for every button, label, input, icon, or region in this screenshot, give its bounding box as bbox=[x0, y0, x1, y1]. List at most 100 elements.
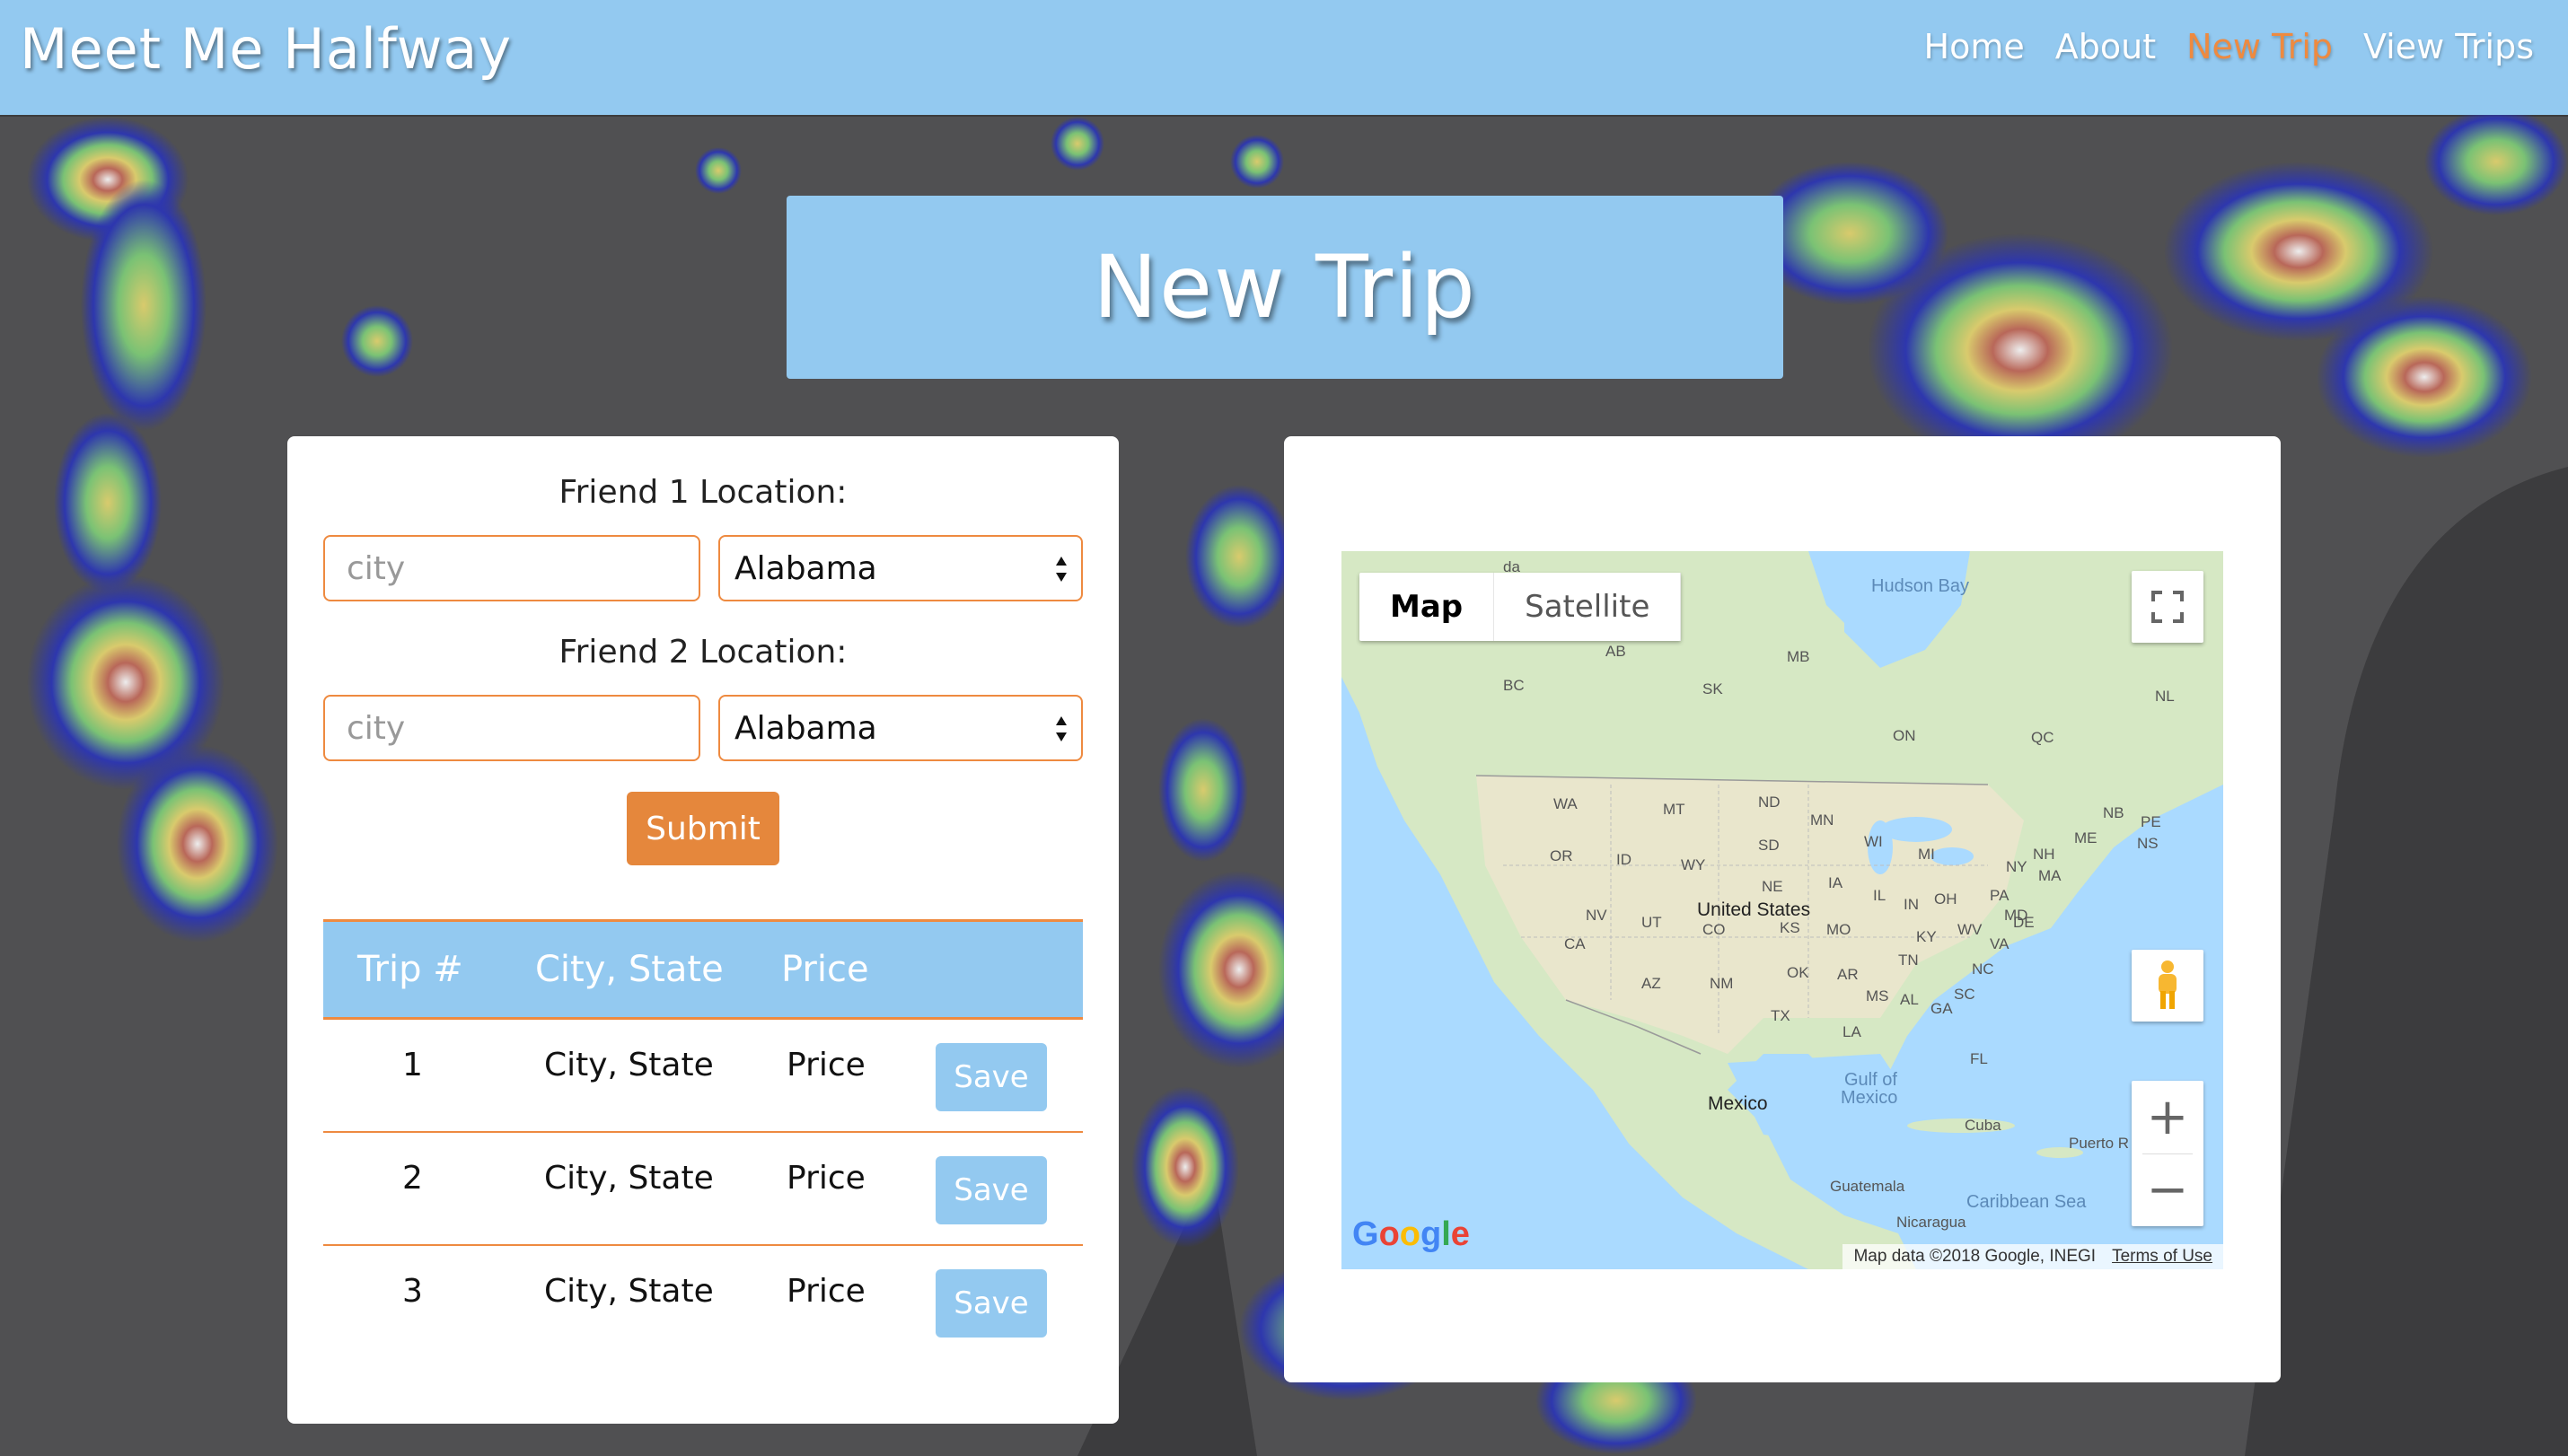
map-label: TX bbox=[1771, 1007, 1790, 1024]
header-city-state: City, State bbox=[535, 949, 724, 990]
trip-city-state: City, State bbox=[544, 1160, 714, 1197]
friend2-state-value: Alabama bbox=[734, 709, 877, 747]
map-label: CA bbox=[1564, 935, 1586, 952]
map-label: WY bbox=[1681, 856, 1706, 873]
map-label: Caribbean Sea bbox=[1966, 1192, 2087, 1212]
map-label: NH bbox=[2033, 846, 2055, 863]
trip-number: 3 bbox=[402, 1273, 423, 1310]
map-label: MT bbox=[1663, 801, 1685, 818]
friend1-state-select[interactable]: Alabama bbox=[718, 535, 1083, 601]
map-label: NV bbox=[1586, 907, 1607, 924]
map-label: AL bbox=[1900, 991, 1919, 1008]
trip-number: 1 bbox=[402, 1047, 423, 1083]
fullscreen-button[interactable] bbox=[2132, 571, 2203, 643]
google-map[interactable]: da Hudson Bay AB MB BC SK ON QC NL WA MT… bbox=[1341, 551, 2223, 1269]
trips-table: Trip # City, State Price 1 City, State P… bbox=[323, 919, 1083, 1359]
table-header: Trip # City, State Price bbox=[323, 919, 1083, 1020]
trip-price: Price bbox=[787, 1160, 866, 1197]
map-type-satellite-button[interactable]: Satellite bbox=[1494, 573, 1682, 641]
map-label: Nicaragua bbox=[1896, 1214, 1966, 1231]
map-label: Mexico bbox=[1841, 1088, 1898, 1108]
select-arrows-icon bbox=[1056, 557, 1067, 582]
map-label: MS bbox=[1866, 987, 1889, 1004]
map-label: TN bbox=[1898, 952, 1919, 969]
map-label: FL bbox=[1970, 1050, 1988, 1067]
map-label: MA bbox=[2038, 867, 2062, 884]
map-attribution: Map data ©2018 Google, INEGI Terms of Us… bbox=[1842, 1244, 2223, 1269]
zoom-control: + − bbox=[2132, 1081, 2203, 1226]
map-label: Guatemala bbox=[1830, 1178, 1905, 1195]
street-view-pegman-button[interactable] bbox=[2132, 950, 2203, 1022]
map-label: ND bbox=[1758, 794, 1781, 811]
pegman-icon bbox=[2159, 960, 2177, 1009]
select-arrows-icon bbox=[1056, 716, 1067, 741]
terms-of-use-link[interactable]: Terms of Use bbox=[2112, 1247, 2212, 1267]
map-label: NB bbox=[2103, 804, 2124, 821]
google-logo[interactable]: Google bbox=[1352, 1215, 1470, 1254]
map-label: IL bbox=[1873, 887, 1886, 904]
map-label: OK bbox=[1787, 964, 1809, 981]
friend1-city-input[interactable]: city bbox=[323, 535, 700, 601]
friend2-city-input[interactable]: city bbox=[323, 695, 700, 761]
map-label: NS bbox=[2137, 835, 2159, 852]
table-row: 1 City, State Price Save bbox=[323, 1020, 1083, 1133]
map-label: DE bbox=[2013, 914, 2035, 931]
map-label: IN bbox=[1904, 896, 1919, 913]
nav-new-trip[interactable]: New Trip bbox=[2186, 27, 2333, 66]
map-label: Mexico bbox=[1708, 1093, 1768, 1114]
map-label: NL bbox=[2155, 688, 2175, 705]
nav-about[interactable]: About bbox=[2055, 27, 2156, 66]
friend2-location-label: Friend 2 Location: bbox=[558, 634, 848, 671]
map-label: Hudson Bay bbox=[1871, 576, 1969, 596]
map-label: MO bbox=[1826, 921, 1851, 938]
nav-view-trips[interactable]: View Trips bbox=[2363, 27, 2534, 66]
table-row: 3 City, State Price Save bbox=[323, 1246, 1083, 1359]
save-button[interactable]: Save bbox=[936, 1043, 1047, 1111]
save-button[interactable]: Save bbox=[936, 1156, 1047, 1224]
brand-logo-text[interactable]: Meet Me Halfway bbox=[20, 16, 512, 82]
header-trip-number: Trip # bbox=[357, 949, 463, 990]
map-label: MI bbox=[1918, 846, 1935, 863]
table-row: 2 City, State Price Save bbox=[323, 1133, 1083, 1246]
nav-home[interactable]: Home bbox=[1924, 27, 2025, 66]
submit-button[interactable]: Submit bbox=[627, 792, 779, 865]
map-label: GA bbox=[1930, 1000, 1953, 1017]
map-label: WI bbox=[1864, 833, 1883, 850]
fullscreen-icon bbox=[2151, 591, 2184, 623]
map-label: WV bbox=[1957, 921, 1983, 938]
trip-number: 2 bbox=[402, 1160, 423, 1197]
map-label: LA bbox=[1842, 1023, 1861, 1040]
friend2-city-placeholder: city bbox=[347, 709, 406, 747]
map-label: CO bbox=[1702, 921, 1726, 938]
map-label: NY bbox=[2006, 858, 2027, 875]
map-label: QC bbox=[2031, 729, 2054, 746]
map-label: NE bbox=[1762, 878, 1783, 895]
map-label: AZ bbox=[1641, 975, 1661, 992]
map-label: NC bbox=[1972, 960, 1994, 978]
map-label: IA bbox=[1828, 874, 1843, 891]
friend1-location-label: Friend 1 Location: bbox=[558, 474, 848, 511]
map-label: WA bbox=[1553, 795, 1578, 812]
save-button[interactable]: Save bbox=[936, 1269, 1047, 1338]
map-label: NM bbox=[1710, 975, 1734, 992]
map-label: ME bbox=[2074, 829, 2097, 846]
map-label: UT bbox=[1641, 914, 1662, 931]
zoom-in-button[interactable]: + bbox=[2132, 1082, 2203, 1153]
trip-form-panel: Friend 1 Location: city Alabama Friend 2… bbox=[287, 436, 1119, 1424]
friend1-state-value: Alabama bbox=[734, 549, 877, 587]
trip-price: Price bbox=[787, 1273, 866, 1310]
zoom-out-button[interactable]: − bbox=[2132, 1154, 2203, 1226]
friend2-state-select[interactable]: Alabama bbox=[718, 695, 1083, 761]
google-logo-text: Google bbox=[1352, 1215, 1470, 1253]
map-label: BC bbox=[1503, 677, 1525, 694]
map-label: PE bbox=[2141, 813, 2161, 830]
map-label: AR bbox=[1837, 966, 1859, 983]
trip-price: Price bbox=[787, 1047, 866, 1083]
map-label: SD bbox=[1758, 837, 1780, 854]
map-type-control: Map Satellite bbox=[1359, 573, 1682, 641]
map-label: United States bbox=[1697, 899, 1811, 920]
nav-links: Home About New Trip View Trips bbox=[1924, 27, 2534, 66]
page-title: New Trip bbox=[1093, 237, 1477, 338]
map-label: VA bbox=[1990, 935, 2010, 952]
map-type-map-button[interactable]: Map bbox=[1359, 573, 1495, 641]
